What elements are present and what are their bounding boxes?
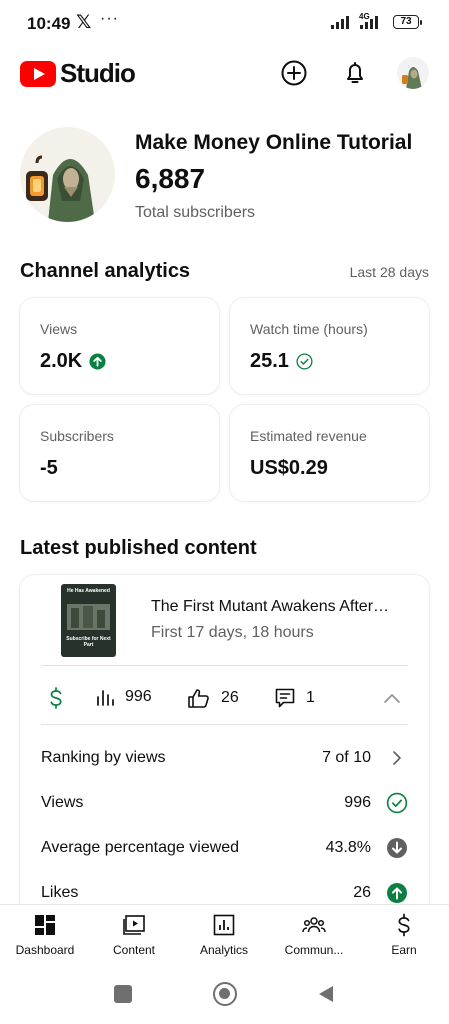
- battery-icon: 73: [393, 15, 422, 29]
- analytics-icon: [213, 914, 235, 936]
- metric-label: Average percentage viewed: [41, 839, 240, 856]
- views-card[interactable]: Views 2.0K: [20, 298, 219, 394]
- bell-icon[interactable]: [340, 58, 370, 88]
- brand-name: Studio: [60, 58, 136, 88]
- metric-value: 26: [353, 884, 371, 901]
- card-value: -5: [40, 457, 58, 479]
- card-value: US$0.29: [250, 457, 328, 479]
- analytics-range: Last 28 days: [349, 264, 429, 280]
- card-value: 25.1: [250, 350, 289, 372]
- account-avatar[interactable]: [397, 57, 429, 89]
- plus-circle-icon[interactable]: [279, 58, 309, 88]
- chevron-right-icon: [393, 751, 401, 765]
- thumb-title: He Has Awakened: [67, 588, 110, 594]
- back-button[interactable]: [316, 984, 336, 1004]
- subscriber-count: 6,887: [135, 163, 206, 194]
- analytics-title: Channel analytics: [20, 260, 191, 282]
- comments-stat: 1: [274, 687, 315, 709]
- up-arrow-circle-icon: [89, 353, 106, 370]
- video-thumbnail[interactable]: He Has Awakened Subscribe for Next Part: [61, 584, 116, 657]
- dashboard-icon: [35, 915, 55, 935]
- views-count: 996: [125, 688, 152, 705]
- up-arrow-circle-icon: [387, 883, 407, 903]
- nav-community[interactable]: Commun...: [269, 905, 359, 967]
- card-label: Watch time (hours): [250, 321, 368, 337]
- nav-analytics[interactable]: Analytics: [179, 905, 269, 967]
- channel-name: Make Money Online Tutorial: [135, 131, 413, 154]
- nav-label: Content: [112, 943, 156, 957]
- card-label: Views: [40, 321, 78, 337]
- views-stat: 996: [95, 687, 152, 707]
- revenue-card[interactable]: Estimated revenue US$0.29: [230, 405, 429, 501]
- more-notifications-icon: ···: [100, 10, 119, 27]
- divider: [41, 724, 408, 725]
- subscribers-card[interactable]: Subscribers -5: [20, 405, 219, 501]
- metric-label: Views: [41, 794, 84, 811]
- dollar-icon: [398, 913, 410, 937]
- thumb-caption: Subscribe for Next Part: [66, 636, 111, 648]
- signal-icon-2: [360, 15, 378, 29]
- content-icon: [123, 915, 145, 935]
- nav-label: Commun...: [284, 943, 344, 957]
- likes-count: 26: [221, 689, 239, 706]
- card-value: 2.0K: [40, 350, 83, 372]
- channel-avatar: [20, 127, 115, 222]
- metric-value: 7 of 10: [322, 749, 371, 766]
- recents-button[interactable]: [114, 985, 132, 1003]
- youtube-play-icon: [20, 60, 56, 87]
- ranking-row[interactable]: Ranking by views 7 of 10: [41, 744, 408, 774]
- status-time: 10:49: [27, 14, 71, 33]
- signal-icon: [331, 15, 349, 29]
- card-label: Subscribers: [40, 428, 114, 444]
- community-icon: [302, 917, 326, 933]
- x-app-icon: 𝕏: [76, 12, 92, 33]
- youtube-studio-logo[interactable]: Studio: [20, 58, 136, 89]
- battery-level: 73: [400, 16, 412, 27]
- dollar-icon: [50, 687, 62, 709]
- watch-time-card[interactable]: Watch time (hours) 25.1: [230, 298, 429, 394]
- nav-content[interactable]: Content: [89, 905, 179, 967]
- down-arrow-circle-icon: [387, 838, 407, 858]
- chevron-up-icon[interactable]: [382, 691, 402, 705]
- status-bar: 10:49 𝕏 ··· 4G 73: [0, 0, 449, 48]
- metric-label: Likes: [41, 884, 79, 901]
- check-circle-icon: [296, 353, 313, 370]
- card-label: Estimated revenue: [250, 428, 367, 444]
- latest-content-card: He Has Awakened Subscribe for Next Part …: [20, 575, 429, 935]
- thumbs-up-icon: [188, 689, 209, 708]
- metric-value: 43.8%: [325, 839, 371, 856]
- divider: [41, 665, 408, 666]
- views-metric-row: Views 996: [41, 789, 408, 819]
- comment-icon: [275, 688, 295, 708]
- avg-viewed-row: Average percentage viewed 43.8%: [41, 834, 408, 864]
- check-circle-icon: [386, 792, 408, 814]
- nav-label: Earn: [391, 943, 417, 957]
- metric-value: 996: [344, 794, 371, 811]
- bar-chart-icon: [97, 690, 114, 706]
- system-nav-bar: [0, 966, 449, 1024]
- subscriber-label: Total subscribers: [135, 204, 256, 221]
- nav-label: Dashboard: [15, 943, 75, 957]
- likes-stat: 26: [187, 687, 239, 709]
- video-title[interactable]: The First Mutant Awakens After…: [151, 598, 389, 616]
- home-button[interactable]: [213, 982, 237, 1006]
- metric-label: Ranking by views: [41, 749, 166, 766]
- video-stats-row: 996 26 1: [20, 676, 429, 720]
- nav-earn[interactable]: Earn: [359, 905, 449, 967]
- nav-label: Analytics: [199, 943, 249, 957]
- latest-content-title: Latest published content: [20, 537, 257, 559]
- comments-count: 1: [306, 689, 315, 706]
- bottom-nav: Dashboard Content Analytics Commun... Ea…: [0, 904, 449, 966]
- video-period: First 17 days, 18 hours: [151, 624, 314, 641]
- nav-dashboard[interactable]: Dashboard: [0, 905, 90, 967]
